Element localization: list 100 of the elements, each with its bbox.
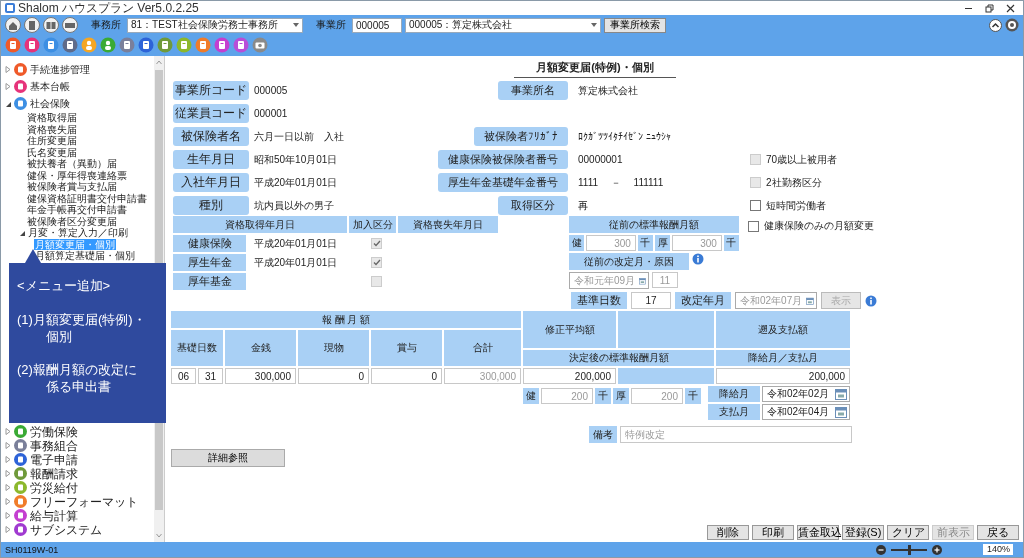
action-button[interactable]: 削除 xyxy=(707,525,749,540)
tree-item[interactable]: 基本台帳 xyxy=(30,81,70,92)
expanded-arrow-icon[interactable] xyxy=(19,229,25,236)
menu-item[interactable]: 資格喪失届 xyxy=(26,123,78,135)
collapsed-arrow-icon[interactable] xyxy=(5,83,11,90)
checkbox-label: 70歳以上被用者 xyxy=(766,152,838,167)
document-icon[interactable] xyxy=(195,37,211,53)
row-label: 厚生年金 xyxy=(173,254,246,271)
book-icon[interactable] xyxy=(43,17,59,33)
action-button[interactable]: 印刷 xyxy=(752,525,794,540)
tree-item[interactable]: 労働保険 xyxy=(30,424,78,439)
house-icon[interactable] xyxy=(5,17,21,33)
field-value: 昭和50年10月01日 xyxy=(253,152,339,167)
tree-item[interactable]: 報酬請求 xyxy=(30,466,78,481)
unit-label: 千 xyxy=(685,388,701,404)
door-icon[interactable] xyxy=(24,17,40,33)
zoom-out-icon[interactable] xyxy=(876,544,886,555)
menu-item[interactable]: 住所変更届 xyxy=(26,135,78,147)
amount-field[interactable]: 0 xyxy=(371,368,442,384)
amount-field[interactable]: 06 xyxy=(171,368,196,384)
document-icon[interactable] xyxy=(24,37,40,53)
date-value: 平成20年01月01日 xyxy=(254,237,338,249)
office-select[interactable]: 81：TEST社会保険労務士事務所 xyxy=(127,17,303,33)
amount-field[interactable]: 31 xyxy=(198,368,223,384)
menu-item[interactable]: 年金手帳再交付申請書 xyxy=(26,204,128,216)
checkbox[interactable] xyxy=(371,276,382,287)
detail-button[interactable]: 詳細参照 xyxy=(171,449,285,467)
checkbox[interactable] xyxy=(750,200,761,211)
calendar-icon[interactable] xyxy=(835,388,847,400)
document-icon[interactable] xyxy=(119,37,135,53)
collapsed-arrow-icon[interactable] xyxy=(5,484,11,491)
tree-item[interactable]: サブシステム xyxy=(30,522,102,537)
action-button[interactable]: 登録(S) xyxy=(842,525,884,540)
menu-item[interactable]: 被保険者区分変更届 xyxy=(26,215,118,227)
keyboard-icon[interactable] xyxy=(62,17,78,33)
restore-icon[interactable] xyxy=(985,3,994,13)
collapsed-arrow-icon[interactable] xyxy=(5,526,11,533)
collapsed-arrow-icon[interactable] xyxy=(5,442,11,449)
menu-item[interactable]: 被保険者賞与支払届 xyxy=(26,181,118,193)
search-button[interactable]: 事業所検索 xyxy=(604,17,666,33)
person-icon[interactable] xyxy=(81,37,97,53)
collapsed-arrow-icon[interactable] xyxy=(5,66,11,73)
action-button[interactable]: クリア xyxy=(887,525,929,540)
tree-item[interactable]: 電子申請 xyxy=(30,452,78,467)
tree-item[interactable]: 月変・算定入力／印刷 xyxy=(28,227,128,239)
slider-thumb[interactable] xyxy=(908,544,911,555)
field-label: 備考 xyxy=(589,426,617,443)
collapsed-arrow-icon[interactable] xyxy=(5,470,11,477)
tree-item[interactable]: 手続進捗管理 xyxy=(30,64,90,75)
date-field[interactable]: 令和02年02月 xyxy=(762,386,850,402)
settings-icon[interactable] xyxy=(1005,18,1019,32)
collapsed-arrow-icon[interactable] xyxy=(5,512,11,519)
collapsed-arrow-icon[interactable] xyxy=(5,498,11,505)
checkbox[interactable] xyxy=(371,238,382,249)
zoom-in-icon[interactable] xyxy=(932,544,942,555)
tree-item[interactable]: 労災給付 xyxy=(30,480,78,495)
document-icon[interactable] xyxy=(5,37,21,53)
document-icon[interactable] xyxy=(176,37,192,53)
tree-item[interactable]: 事務組合 xyxy=(30,438,78,453)
menu-item[interactable]: 健保・厚年得喪連絡票 xyxy=(26,169,128,181)
menu-item[interactable]: 資格取得届 xyxy=(26,112,78,124)
company-code-field[interactable]: 000005 xyxy=(352,17,402,33)
checkbox[interactable] xyxy=(371,257,382,268)
row-label: 健康保険 xyxy=(173,235,246,252)
info-icon[interactable] xyxy=(865,294,877,307)
menu-item[interactable]: 氏名変更届 xyxy=(26,146,78,158)
collapse-icon[interactable] xyxy=(989,18,1002,32)
caret-icon xyxy=(591,23,597,27)
field-label: 厚生年金基礎年金番号 xyxy=(438,173,568,192)
document-icon[interactable] xyxy=(138,37,154,53)
collapsed-arrow-icon[interactable] xyxy=(5,428,11,435)
tree-item[interactable]: 給与計算 xyxy=(30,508,78,523)
action-button[interactable]: 戻る xyxy=(977,525,1019,540)
action-button[interactable]: 賃金取込 xyxy=(797,525,839,540)
menu-item[interactable]: 被扶養者（異動）届 xyxy=(26,158,118,170)
amount-field[interactable]: 300,000 xyxy=(225,368,296,384)
document-icon[interactable] xyxy=(43,37,59,53)
tree-item[interactable]: 社会保険 xyxy=(30,98,70,109)
document-icon[interactable] xyxy=(157,37,173,53)
date-field[interactable]: 令和02年04月 xyxy=(762,404,850,420)
days-field[interactable]: 17 xyxy=(631,292,671,309)
collapsed-arrow-icon[interactable] xyxy=(5,456,11,463)
menu-item[interactable]: 健保資格証明書交付申請書 xyxy=(26,192,148,204)
document-icon[interactable] xyxy=(233,37,249,53)
document-icon[interactable] xyxy=(214,37,230,53)
amount-field[interactable]: 0 xyxy=(298,368,369,384)
company-select[interactable]: 000005：算定株式会社 xyxy=(405,17,601,33)
calendar-icon[interactable] xyxy=(835,406,847,418)
document-icon[interactable] xyxy=(62,37,78,53)
close-icon[interactable] xyxy=(1006,3,1015,13)
check-icon xyxy=(372,259,381,266)
amount-field[interactable]: 200,000 xyxy=(716,368,850,384)
camera-icon[interactable] xyxy=(252,37,268,53)
info-icon[interactable] xyxy=(692,253,704,265)
field-label: 事業所コード xyxy=(173,81,249,100)
tree-item[interactable]: フリーフォーマット xyxy=(30,494,138,509)
amount-field[interactable]: 200,000 xyxy=(523,368,616,384)
expanded-arrow-icon[interactable] xyxy=(5,100,11,107)
person-icon[interactable] xyxy=(100,37,116,53)
checkbox[interactable] xyxy=(748,220,759,232)
